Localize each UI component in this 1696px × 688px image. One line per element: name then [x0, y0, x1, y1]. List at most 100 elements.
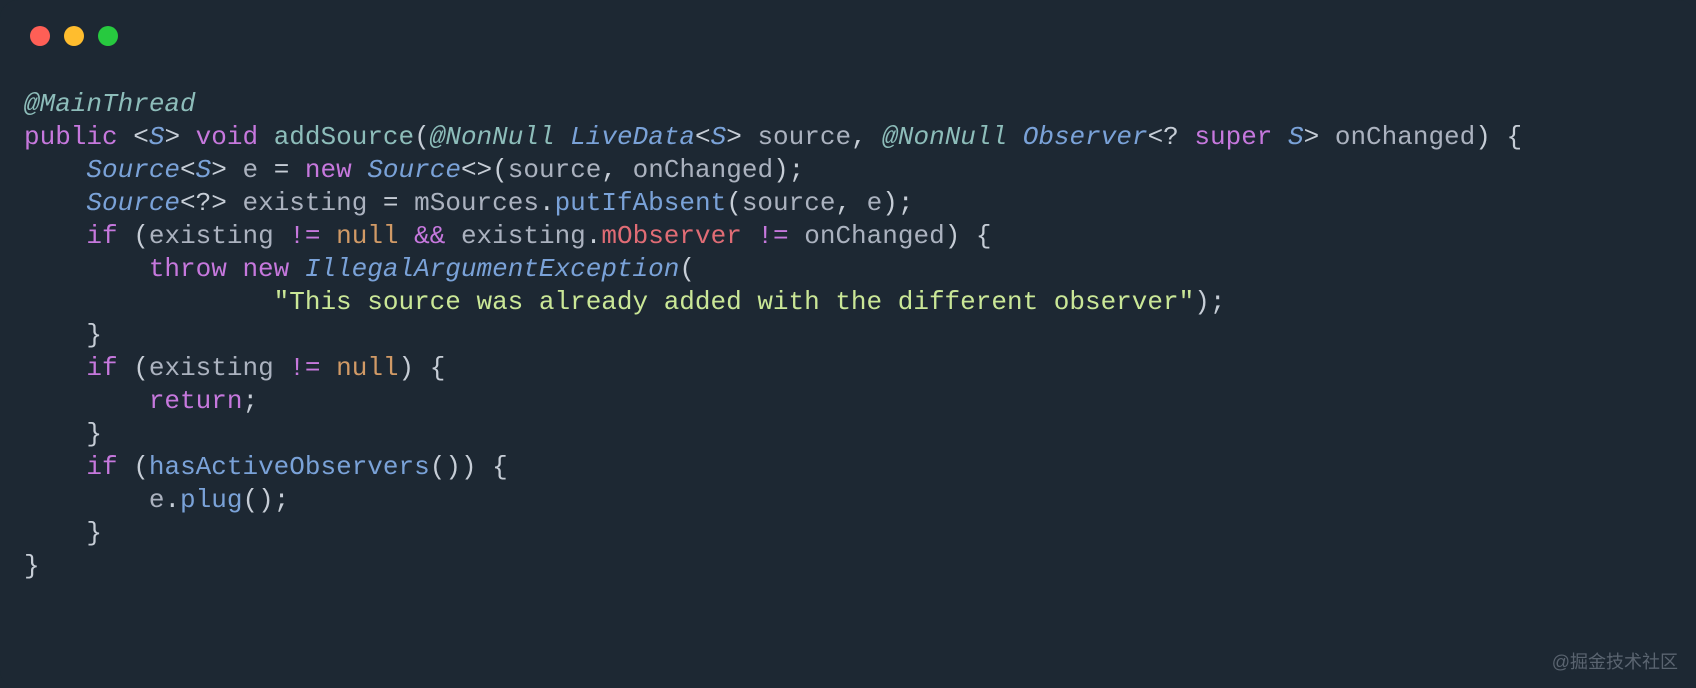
generic-close: >: [164, 122, 180, 152]
paren-close: ): [1475, 122, 1491, 152]
keyword-if: if: [86, 452, 117, 482]
dot: .: [164, 485, 180, 515]
keyword-return: return: [149, 386, 243, 416]
generic-open: <: [133, 122, 149, 152]
parens: (): [242, 485, 273, 515]
brace-open: {: [960, 221, 991, 251]
var-existing: existing: [149, 221, 274, 251]
paren-close: ): [882, 188, 898, 218]
brace-open: {: [477, 452, 508, 482]
type-param-s: S: [196, 155, 212, 185]
keyword-public: public: [24, 122, 118, 152]
window-controls: [0, 0, 1696, 46]
brace-open: {: [1491, 122, 1522, 152]
call-hasactiveobservers: hasActiveObservers: [149, 452, 430, 482]
annotation-nonnull: @NonNull: [882, 122, 1007, 152]
equals: =: [258, 155, 305, 185]
var-e: e: [149, 485, 165, 515]
call-putifabsent: putIfAbsent: [555, 188, 727, 218]
string-literal: "This source was already added with the …: [274, 287, 1195, 317]
brace-close: }: [86, 518, 102, 548]
semicolon: ;: [898, 188, 914, 218]
paren-open: (: [118, 452, 149, 482]
keyword-new: new: [242, 254, 289, 284]
param-onchanged: onChanged: [1335, 122, 1475, 152]
equals: =: [367, 188, 414, 218]
var-existing: existing: [149, 353, 274, 383]
type-source: Source: [86, 188, 180, 218]
op-neq: !=: [742, 221, 804, 251]
brace-open: {: [414, 353, 445, 383]
paren-open: (: [414, 122, 430, 152]
generic-open: <: [1148, 122, 1164, 152]
method-addsource: addSource: [274, 122, 414, 152]
semicolon: ;: [242, 386, 258, 416]
generic-close: >: [211, 155, 227, 185]
semicolon: ;: [1210, 287, 1226, 317]
generic-open: <: [180, 188, 196, 218]
brace-close: }: [86, 320, 102, 350]
arg-source: source: [742, 188, 836, 218]
var-existing: existing: [461, 221, 586, 251]
type-source: Source: [86, 155, 180, 185]
dot: .: [586, 221, 602, 251]
dot: .: [539, 188, 555, 218]
generic-close: >: [1304, 122, 1320, 152]
null-literal: null: [336, 221, 398, 251]
paren-close: ): [773, 155, 789, 185]
generic-close: >: [211, 188, 227, 218]
var-existing: existing: [242, 188, 367, 218]
comma: ,: [601, 155, 632, 185]
keyword-void: void: [196, 122, 258, 152]
keyword-if: if: [86, 221, 117, 251]
paren-open: (: [118, 353, 149, 383]
arg-e: e: [867, 188, 883, 218]
brace-close: }: [86, 419, 102, 449]
close-window-dot[interactable]: [30, 26, 50, 46]
generic-open: <: [695, 122, 711, 152]
paren-close: ): [1194, 287, 1210, 317]
type-observer: Observer: [1023, 122, 1148, 152]
keyword-new: new: [305, 155, 352, 185]
keyword-if: if: [86, 353, 117, 383]
comma: ,: [851, 122, 882, 152]
arg-onchanged: onChanged: [633, 155, 773, 185]
maximize-window-dot[interactable]: [98, 26, 118, 46]
diamond: <>: [461, 155, 492, 185]
minimize-window-dot[interactable]: [64, 26, 84, 46]
annotation-nonnull: @NonNull: [430, 122, 555, 152]
op-and: &&: [399, 221, 461, 251]
obj-msources: mSources: [414, 188, 539, 218]
constructor-iae: IllegalArgumentException: [305, 254, 679, 284]
semicolon: ;: [274, 485, 290, 515]
paren-close: ): [461, 452, 477, 482]
paren-close: ): [399, 353, 415, 383]
paren-open: (: [726, 188, 742, 218]
field-mobserver: mObserver: [601, 221, 741, 251]
param-source: source: [757, 122, 851, 152]
comma: ,: [835, 188, 866, 218]
arg-source: source: [508, 155, 602, 185]
generic-open: <: [180, 155, 196, 185]
paren-open: (: [679, 254, 695, 284]
wildcard: ?: [196, 188, 212, 218]
brace-close: }: [24, 551, 40, 581]
paren-close: ): [945, 221, 961, 251]
type-param-s: S: [1288, 122, 1304, 152]
type-param-s: S: [711, 122, 727, 152]
code-block: @MainThread public <S> void addSource(@N…: [0, 46, 1696, 583]
paren-open: (: [492, 155, 508, 185]
annotation: @MainThread: [24, 89, 196, 119]
type-livedata: LiveData: [570, 122, 695, 152]
op-neq: !=: [274, 221, 336, 251]
keyword-throw: throw: [149, 254, 227, 284]
type-param-s: S: [149, 122, 165, 152]
call-plug: plug: [180, 485, 242, 515]
watermark: @掘金技术社区: [1552, 648, 1678, 674]
semicolon: ;: [789, 155, 805, 185]
var-e: e: [242, 155, 258, 185]
var-onchanged: onChanged: [804, 221, 944, 251]
op-neq: !=: [274, 353, 336, 383]
paren-open: (: [118, 221, 149, 251]
wildcard: ?: [1163, 122, 1179, 152]
